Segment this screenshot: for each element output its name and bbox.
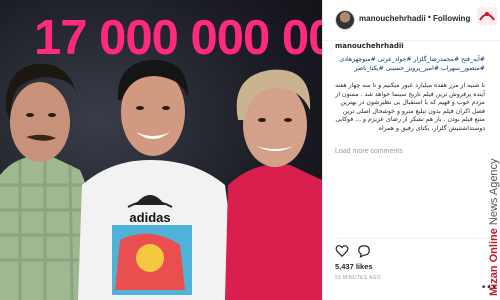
watermark-brand-top: Mizan Online (488, 228, 500, 296)
likes-count[interactable]: 5,437 likes (335, 262, 373, 271)
header-username[interactable]: manouchehrhadii (359, 14, 426, 23)
comment-icon[interactable] (357, 244, 371, 258)
mizan-watermark-logo (477, 7, 497, 25)
heart-icon[interactable] (335, 244, 349, 258)
watermark-brand-bottom: News Agency (488, 158, 500, 226)
news-agency-watermark: Mizan Online News Agency (488, 158, 500, 296)
person-right (225, 69, 322, 300)
shirt-brand-text: adidas (129, 210, 170, 225)
post-actions-bar (335, 238, 495, 259)
avatar[interactable] (335, 10, 355, 30)
post-timestamp: 55 MINUTES AGO (335, 275, 381, 281)
overlay-sales-number: 17 000 000 000 (34, 11, 322, 65)
person-center: adidas (78, 59, 240, 300)
caption-hashtags[interactable]: #آیه_فتح #محمدرضا_گلزار #جواد_عزتی #منوچ… (335, 56, 485, 73)
separator-dot: • (427, 13, 432, 22)
following-button[interactable]: Following (433, 14, 470, 23)
instagram-post-panel: manouchehrhadii • Following manouchehrha… (322, 0, 500, 300)
post-header: manouchehrhadii • Following (323, 0, 500, 41)
caption-body: تا شنبه از مرز هفده میلیارد عبور میکنیم … (335, 82, 485, 132)
load-more-comments-link[interactable]: Load more comments (335, 148, 403, 155)
caption-owner[interactable]: manouchehrhadii (335, 42, 404, 51)
post-photo[interactable]: adidas 17 000 000 000 (0, 0, 322, 300)
